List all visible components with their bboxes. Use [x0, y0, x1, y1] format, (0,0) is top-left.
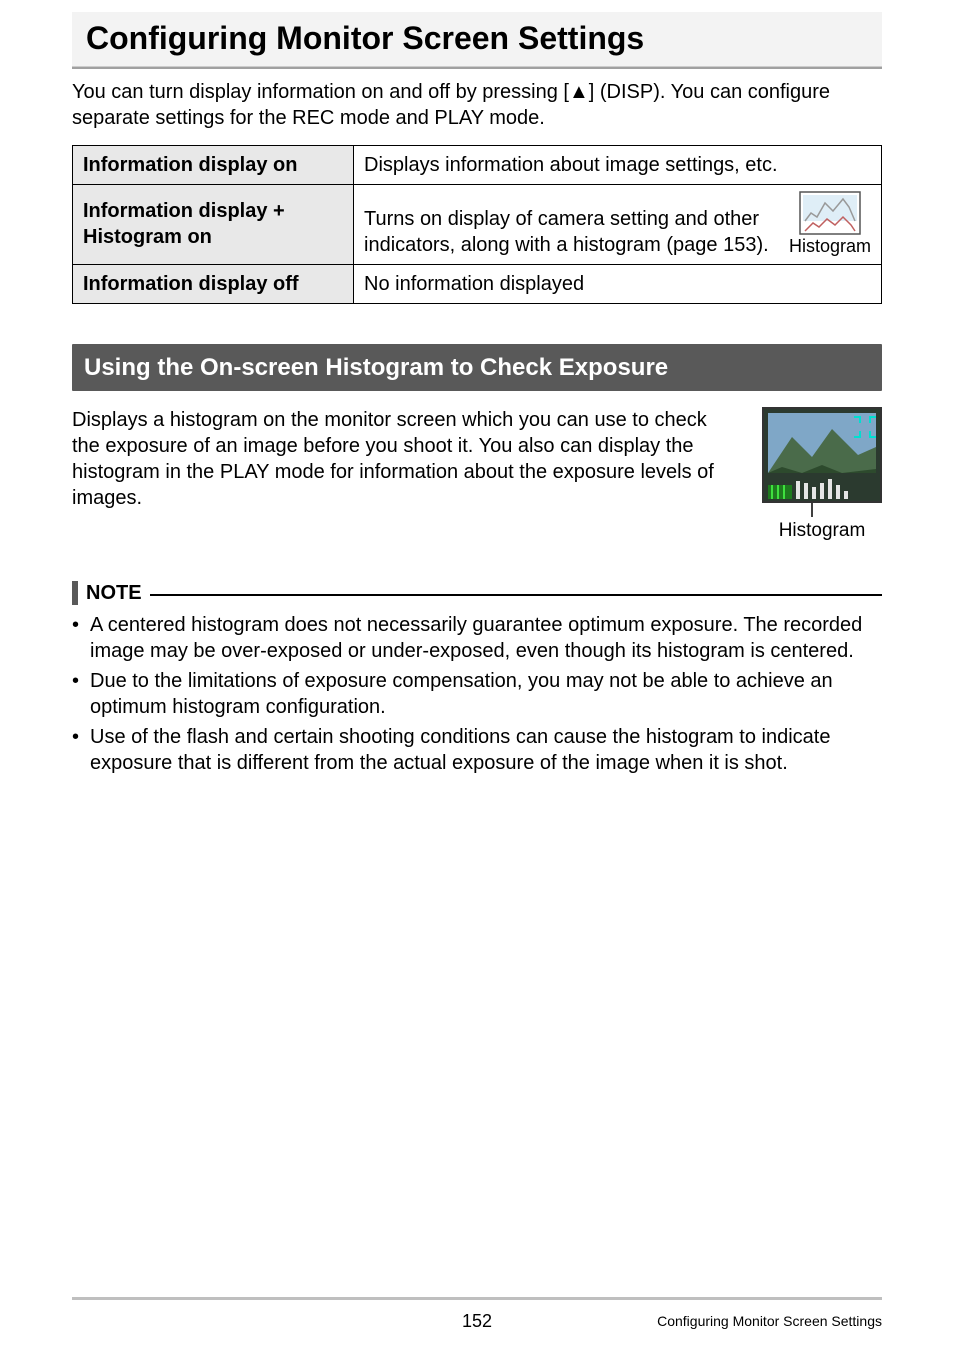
- page-title: Configuring Monitor Screen Settings: [72, 12, 882, 67]
- section-heading: Using the On-screen Histogram to Check E…: [72, 344, 882, 391]
- note-text: Due to the limitations of exposure compe…: [90, 668, 882, 720]
- footer-section-name: Configuring Monitor Screen Settings: [657, 1312, 882, 1330]
- histogram-thumb-caption: Histogram: [789, 235, 871, 258]
- histogram-paragraph: Displays a histogram on the monitor scre…: [72, 407, 722, 511]
- note-text: Use of the flash and certain shooting co…: [90, 724, 882, 776]
- page-footer: 152 Configuring Monitor Screen Settings: [72, 1297, 882, 1333]
- table-row: Information display + Histogram on Turns…: [73, 184, 882, 264]
- note-rule-icon: [150, 594, 882, 596]
- row3-desc: No information displayed: [354, 264, 882, 303]
- intro-text: You can turn display information on and …: [72, 79, 882, 131]
- list-item: •Use of the flash and certain shooting c…: [72, 724, 882, 776]
- note-label: NOTE: [86, 580, 142, 606]
- note-text: A centered histogram does not necessaril…: [90, 612, 882, 664]
- table-row: Information display on Displays informat…: [73, 145, 882, 184]
- row1-label: Information display on: [73, 145, 354, 184]
- histogram-preview-caption: Histogram: [779, 519, 866, 544]
- table-row: Information display off No information d…: [73, 264, 882, 303]
- note-bar-icon: [72, 581, 78, 605]
- histogram-thumb-icon: [799, 191, 861, 235]
- row2-label: Information display + Histogram on: [73, 184, 354, 264]
- page-number: 152: [462, 1310, 492, 1333]
- list-item: •A centered histogram does not necessari…: [72, 612, 882, 664]
- notes-list: •A centered histogram does not necessari…: [72, 612, 882, 776]
- row1-desc: Displays information about image setting…: [354, 145, 882, 184]
- info-display-table: Information display on Displays informat…: [72, 145, 882, 304]
- list-item: •Due to the limitations of exposure comp…: [72, 668, 882, 720]
- row2-desc: Turns on display of camera setting and o…: [364, 206, 771, 258]
- pointer-line-icon: [762, 503, 882, 519]
- row2-cell: Turns on display of camera setting and o…: [354, 184, 882, 264]
- row3-label: Information display off: [73, 264, 354, 303]
- note-heading: NOTE: [72, 580, 882, 606]
- histogram-preview-icon: [762, 407, 882, 503]
